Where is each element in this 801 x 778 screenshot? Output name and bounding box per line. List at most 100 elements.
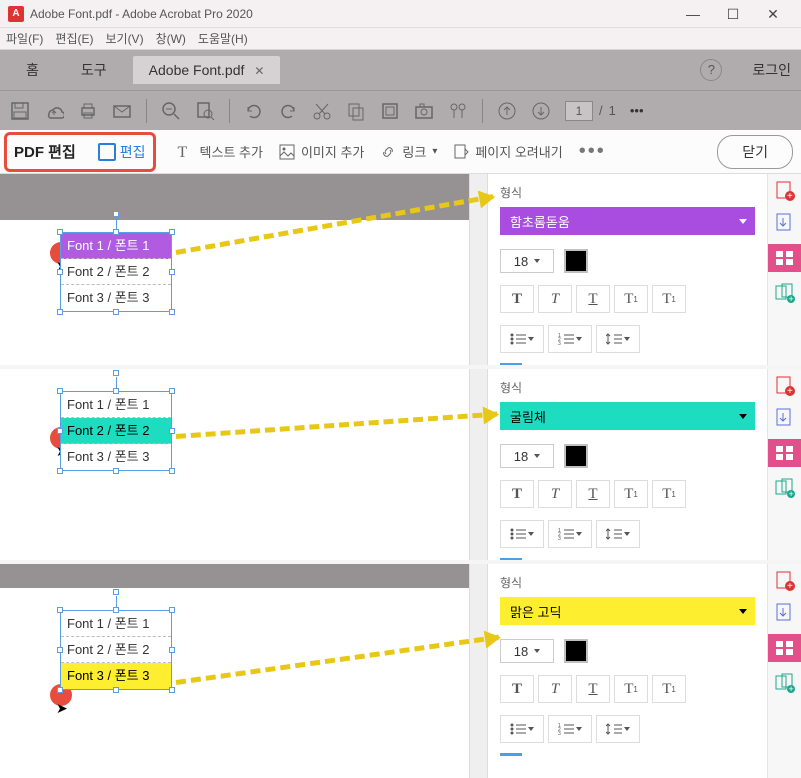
rail-combine-icon[interactable]: + (774, 477, 796, 499)
stamp-icon[interactable] (380, 101, 400, 121)
resize-handle[interactable] (169, 309, 175, 315)
font-size-dropdown[interactable]: 18 (500, 249, 554, 273)
toolbar-more-icon[interactable]: ••• (630, 103, 644, 118)
editbar-more-icon[interactable]: ••• (579, 140, 606, 163)
page-current[interactable]: 1 (565, 101, 593, 121)
subscript-button[interactable]: T1 (652, 285, 686, 313)
resize-handle[interactable] (169, 468, 175, 474)
crop-button[interactable]: 페이지 오려내기 (453, 142, 562, 161)
line-spacing-button[interactable] (596, 520, 640, 548)
font-line-2[interactable]: Font 2 / 폰트 2 (61, 418, 171, 444)
resize-handle[interactable] (57, 269, 63, 275)
edit-button[interactable]: 편집 (98, 142, 146, 162)
zoom-page-icon[interactable] (195, 101, 215, 121)
tab-tools[interactable]: 도구 (65, 54, 123, 86)
font-dropdown-2[interactable]: 굴림체 (500, 402, 755, 430)
resize-handle[interactable] (57, 687, 63, 693)
font-dropdown-1[interactable]: 함초롬돋움 (500, 207, 755, 235)
resize-handle[interactable] (169, 388, 175, 394)
color-swatch[interactable] (564, 249, 588, 273)
text-selection-2[interactable]: Font 1 / 폰트 1 Font 2 / 폰트 2 Font 3 / 폰트 … (60, 391, 172, 471)
superscript-button[interactable]: T1 (614, 480, 648, 508)
add-image-button[interactable]: 이미지 추가 (279, 142, 364, 161)
bold-button[interactable]: T (500, 285, 534, 313)
resize-handle[interactable] (113, 468, 119, 474)
font-line-2[interactable]: Font 2 / 폰트 2 (61, 259, 171, 285)
italic-button[interactable]: T (538, 285, 572, 313)
zoom-out-icon[interactable] (161, 101, 181, 121)
rail-create-icon[interactable]: + (774, 180, 796, 202)
resize-handle[interactable] (57, 647, 63, 653)
camera-icon[interactable] (414, 101, 434, 121)
font-size-dropdown[interactable]: 18 (500, 444, 554, 468)
rail-organize-icon[interactable] (768, 634, 801, 662)
resize-handle[interactable] (169, 428, 175, 434)
underline-button[interactable]: T (576, 675, 610, 703)
font-line-1[interactable]: Font 1 / 폰트 1 (61, 233, 171, 259)
resize-handle[interactable] (169, 687, 175, 693)
font-line-3[interactable]: Font 3 / 폰트 3 (61, 444, 171, 470)
resize-handle[interactable] (57, 468, 63, 474)
rail-combine-icon[interactable]: + (774, 282, 796, 304)
resize-handle[interactable] (169, 607, 175, 613)
resize-handle[interactable] (169, 647, 175, 653)
superscript-button[interactable]: T1 (614, 675, 648, 703)
font-line-1[interactable]: Font 1 / 폰트 1 (61, 392, 171, 418)
italic-button[interactable]: T (538, 480, 572, 508)
link-button[interactable]: 링크▾ (380, 142, 437, 161)
font-line-1[interactable]: Font 1 / 폰트 1 (61, 611, 171, 637)
rotate-handle[interactable] (113, 211, 119, 217)
bullet-list-button[interactable] (500, 520, 544, 548)
copy-icon[interactable] (346, 101, 366, 121)
text-selection-1[interactable]: Font 1 / 폰트 1 Font 2 / 폰트 2 Font 3 / 폰트 … (60, 232, 172, 312)
font-dropdown-3[interactable]: 맑은 고딕 (500, 597, 755, 625)
font-line-3[interactable]: Font 3 / 폰트 3 (61, 663, 171, 689)
rail-create-icon[interactable]: + (774, 375, 796, 397)
line-spacing-button[interactable] (596, 325, 640, 353)
resize-handle[interactable] (57, 229, 63, 235)
tab-close-icon[interactable]: ✕ (254, 64, 264, 78)
prev-page-icon[interactable] (497, 101, 517, 121)
menu-edit[interactable]: 편집(E) (55, 30, 93, 47)
undo-icon[interactable] (244, 101, 264, 121)
minimize-button[interactable]: — (673, 2, 713, 26)
close-window-button[interactable]: ✕ (753, 2, 793, 26)
menu-file[interactable]: 파일(F) (6, 30, 43, 47)
rail-export-icon[interactable] (774, 407, 796, 429)
rail-organize-icon[interactable] (768, 439, 801, 467)
resize-handle[interactable] (57, 309, 63, 315)
resize-handle[interactable] (169, 269, 175, 275)
rotate-handle[interactable] (113, 589, 119, 595)
next-page-icon[interactable] (531, 101, 551, 121)
bold-button[interactable]: T (500, 480, 534, 508)
number-list-button[interactable]: 123 (548, 520, 592, 548)
bullet-list-button[interactable] (500, 325, 544, 353)
resize-handle[interactable] (113, 309, 119, 315)
help-icon[interactable]: ? (700, 59, 722, 81)
underline-button[interactable]: T (576, 480, 610, 508)
rail-organize-icon[interactable] (768, 244, 801, 272)
redo-icon[interactable] (278, 101, 298, 121)
bold-button[interactable]: T (500, 675, 534, 703)
resize-handle[interactable] (113, 229, 119, 235)
font-line-3[interactable]: Font 3 / 폰트 3 (61, 285, 171, 311)
rail-export-icon[interactable] (774, 602, 796, 624)
menu-window[interactable]: 창(W) (156, 30, 186, 47)
rail-combine-icon[interactable]: + (774, 672, 796, 694)
superscript-button[interactable]: T1 (614, 285, 648, 313)
add-text-button[interactable]: T텍스트 추가 (178, 142, 263, 161)
number-list-button[interactable]: 123 (548, 325, 592, 353)
scrollbar-3[interactable] (469, 564, 487, 778)
underline-button[interactable]: T (576, 285, 610, 313)
resize-handle[interactable] (57, 607, 63, 613)
rotate-handle[interactable] (113, 370, 119, 376)
search-icon[interactable] (448, 101, 468, 121)
resize-handle[interactable] (169, 229, 175, 235)
maximize-button[interactable]: ☐ (713, 2, 753, 26)
font-line-2[interactable]: Font 2 / 폰트 2 (61, 637, 171, 663)
print-icon[interactable] (78, 101, 98, 121)
menu-view[interactable]: 보기(V) (105, 30, 143, 47)
font-size-dropdown[interactable]: 18 (500, 639, 554, 663)
resize-handle[interactable] (113, 687, 119, 693)
line-spacing-button[interactable] (596, 715, 640, 743)
